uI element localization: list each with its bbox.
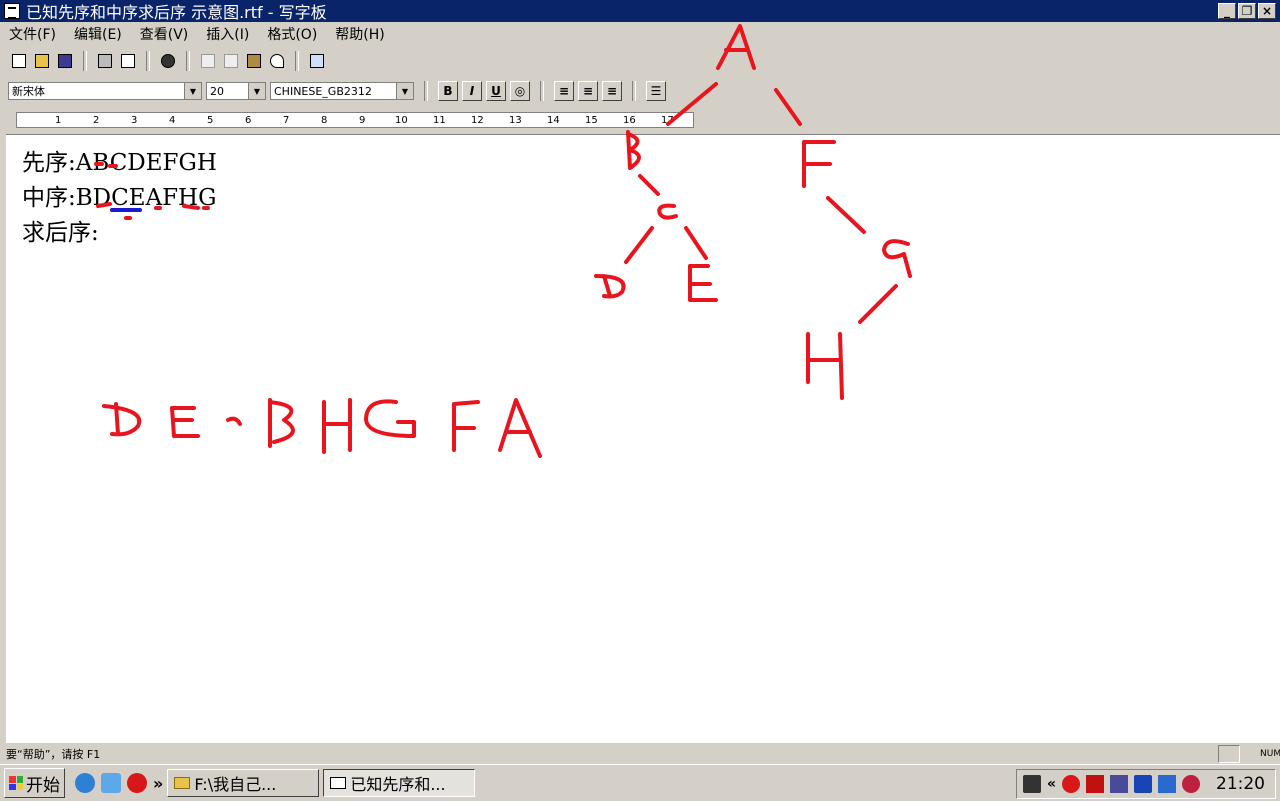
toolbar-separator <box>632 81 636 101</box>
menu-view[interactable]: 查看(V) <box>131 24 198 44</box>
ruler-mark: 11 <box>433 115 446 126</box>
internet-explorer-icon[interactable] <box>75 773 95 793</box>
ruler-mark: 12 <box>471 115 484 126</box>
bold-button[interactable]: B <box>438 81 458 101</box>
menu-file[interactable]: 文件(F) <box>0 24 65 44</box>
ruler-mark: 13 <box>509 115 522 126</box>
toolbar-separator <box>424 81 428 101</box>
show-desktop-icon[interactable] <box>101 773 121 793</box>
windows-logo-icon <box>9 776 23 790</box>
ruler-mark: 4 <box>169 115 176 126</box>
usb-device-icon[interactable] <box>1134 775 1152 793</box>
font-name-select[interactable]: 新宋体 ▼ <box>8 82 202 100</box>
format-toolbar: 新宋体 ▼ 20 ▼ CHINESE_GB2312 ▼ B I U ◎ ≡ ≡ … <box>8 79 666 103</box>
shield-icon[interactable] <box>1182 775 1200 793</box>
script-select[interactable]: CHINESE_GB2312 ▼ <box>270 82 414 100</box>
toolbar-separator <box>540 81 544 101</box>
underline-button[interactable]: U <box>486 81 506 101</box>
ruler[interactable]: 1 2 3 4 5 6 7 8 9 10 11 12 13 14 15 16 1… <box>0 108 1280 132</box>
align-center-icon[interactable]: ≡ <box>578 81 598 101</box>
taskbar: 开始 » F:\我自己... 已知先序和... « 21:20 <box>0 764 1280 801</box>
ruler-mark: 3 <box>131 115 138 126</box>
postorder-question-line[interactable]: 求后序: <box>22 213 99 247</box>
ruler-mark: 6 <box>245 115 252 126</box>
start-label: 开始 <box>26 775 60 796</box>
ruler-mark: 2 <box>93 115 100 126</box>
num-lock-indicator: NUM <box>1260 749 1280 759</box>
ruler-mark: 7 <box>283 115 290 126</box>
status-bar: 要“帮助”，请按 F1 NUM <box>0 744 1280 764</box>
monitor-icon[interactable] <box>1158 775 1176 793</box>
chevron-down-icon[interactable]: ▼ <box>396 83 413 99</box>
help-hint: 要“帮助”，请按 F1 <box>6 748 101 761</box>
status-cell <box>1218 745 1240 763</box>
ruler-mark: 5 <box>207 115 214 126</box>
standard-toolbar <box>8 48 328 74</box>
cut-icon[interactable] <box>197 50 219 72</box>
toolbar-separator <box>146 51 150 71</box>
kaspersky-icon[interactable] <box>1086 775 1104 793</box>
clock[interactable]: 21:20 <box>1206 774 1269 794</box>
insert-datetime-icon[interactable] <box>306 50 328 72</box>
window-controls: _ ❐ × <box>1218 3 1276 19</box>
print-icon[interactable] <box>94 50 116 72</box>
ruler-mark: 10 <box>395 115 408 126</box>
task-explorer-window[interactable]: F:\我自己... <box>167 769 320 797</box>
open-folder-icon[interactable] <box>31 50 53 72</box>
ruler-mark: 16 <box>623 115 636 126</box>
title-bar[interactable]: 已知先序和中序求后序 示意图.rtf - 写字板 _ ❐ × <box>0 0 1280 22</box>
media-player-icon[interactable] <box>127 773 147 793</box>
ruler-mark: 17 <box>661 115 674 126</box>
stop-sign-icon[interactable] <box>1062 775 1080 793</box>
undo-icon[interactable] <box>266 50 288 72</box>
system-tray: « 21:20 <box>1015 769 1276 799</box>
ruler-mark: 9 <box>359 115 366 126</box>
ruler-mark: 14 <box>547 115 560 126</box>
menu-bar: 文件(F) 编辑(E) 查看(V) 插入(I) 格式(O) 帮助(H) <box>0 22 1280 46</box>
chevron-down-icon[interactable]: ▼ <box>248 83 265 99</box>
copy-icon[interactable] <box>220 50 242 72</box>
menu-insert[interactable]: 插入(I) <box>197 24 258 44</box>
ruler-mark: 15 <box>585 115 598 126</box>
menu-edit[interactable]: 编辑(E) <box>65 24 131 44</box>
document-area[interactable]: 先序:ABCDEFGH 中序:BDCEAFHG 求后序: <box>6 134 1280 743</box>
ruler-mark: 8 <box>321 115 328 126</box>
preorder-line[interactable]: 先序:ABCDEFGH <box>22 143 217 177</box>
toolbar-separator <box>295 51 299 71</box>
restore-button[interactable]: ❐ <box>1238 3 1256 19</box>
new-document-icon[interactable] <box>8 50 30 72</box>
folder-icon <box>174 777 191 789</box>
menu-format[interactable]: 格式(O) <box>258 24 326 44</box>
keyboard-icon[interactable] <box>1022 775 1041 793</box>
toolbar-separator <box>83 51 87 71</box>
window-title: 已知先序和中序求后序 示意图.rtf - 写字板 <box>26 3 327 22</box>
bullets-icon[interactable]: ☰ <box>646 81 666 101</box>
minimize-button[interactable]: _ <box>1218 3 1236 19</box>
save-icon[interactable] <box>54 50 76 72</box>
ruler-strip: 1 2 3 4 5 6 7 8 9 10 11 12 13 14 15 16 1… <box>16 112 694 128</box>
wordpad-doc-icon <box>330 777 347 789</box>
chevron-down-icon[interactable]: ▼ <box>184 83 201 99</box>
close-button[interactable]: × <box>1258 3 1276 19</box>
ruler-mark: 1 <box>55 115 62 126</box>
paste-icon[interactable] <box>243 50 265 72</box>
italic-button[interactable]: I <box>462 81 482 101</box>
start-button[interactable]: 开始 <box>4 768 65 798</box>
toolbar-separator <box>186 51 190 71</box>
align-right-icon[interactable]: ≡ <box>602 81 622 101</box>
menu-help[interactable]: 帮助(H) <box>326 24 393 44</box>
tray-expand-chevron[interactable]: « <box>1047 776 1056 792</box>
find-icon[interactable] <box>157 50 179 72</box>
font-size-select[interactable]: 20 ▼ <box>206 82 266 100</box>
color-palette-icon[interactable]: ◎ <box>510 81 530 101</box>
quick-launch-chevron[interactable]: » <box>153 774 163 793</box>
align-left-icon[interactable]: ≡ <box>554 81 574 101</box>
quick-launch: » <box>75 773 163 793</box>
inorder-line[interactable]: 中序:BDCEAFHG <box>22 178 216 212</box>
wordpad-app-icon[interactable] <box>4 3 20 19</box>
print-preview-icon[interactable] <box>117 50 139 72</box>
network-disconnected-icon[interactable] <box>1110 775 1128 793</box>
task-wordpad-window[interactable]: 已知先序和... <box>323 769 476 797</box>
